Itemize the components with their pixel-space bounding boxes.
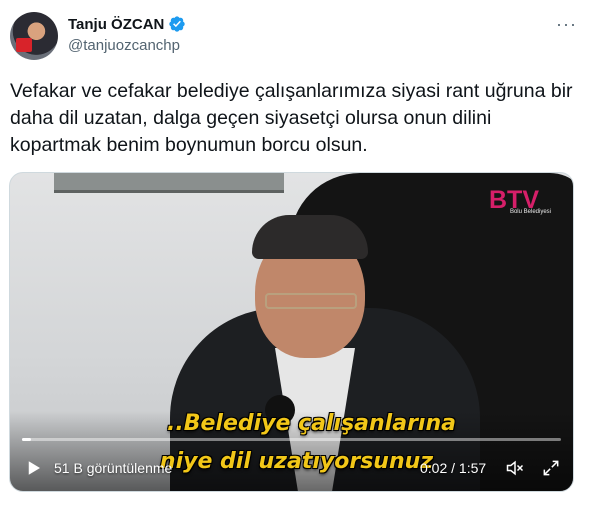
author-avatar[interactable] xyxy=(10,12,58,60)
speaker-hair xyxy=(252,215,368,259)
tweet-text: Vefakar ve cefakar belediye çalışanlarım… xyxy=(10,80,573,156)
author-display-name[interactable]: Tanju ÖZCAN xyxy=(68,16,164,33)
fullscreen-icon[interactable] xyxy=(541,458,561,478)
author-handle[interactable]: @tanjuozcanchp xyxy=(68,37,180,54)
author-name-row: Tanju ÖZCAN xyxy=(68,15,186,33)
progress-fill xyxy=(22,438,32,441)
video-player[interactable]: BTV Bolu Belediyesi ..Belediye çalışanla… xyxy=(9,172,574,492)
more-options-icon[interactable]: ··· xyxy=(556,14,577,35)
tweet-header: Tanju ÖZCAN @tanjuozcanchp ··· xyxy=(10,10,579,60)
verified-badge-icon xyxy=(169,16,186,32)
play-icon[interactable] xyxy=(25,459,43,477)
subtitle-line-1: ..Belediye çalışanlarına xyxy=(167,411,456,436)
flag-icon xyxy=(16,38,32,52)
mute-icon[interactable] xyxy=(505,458,525,478)
progress-bar[interactable] xyxy=(22,438,561,441)
wall-frame xyxy=(54,173,284,193)
speaker-glasses xyxy=(265,293,357,309)
timecode: 0:02 / 1:57 xyxy=(420,460,487,476)
view-count: 51 B görüntülenme xyxy=(54,460,173,476)
channel-logo-subtitle: Bolu Belediyesi xyxy=(509,209,551,215)
